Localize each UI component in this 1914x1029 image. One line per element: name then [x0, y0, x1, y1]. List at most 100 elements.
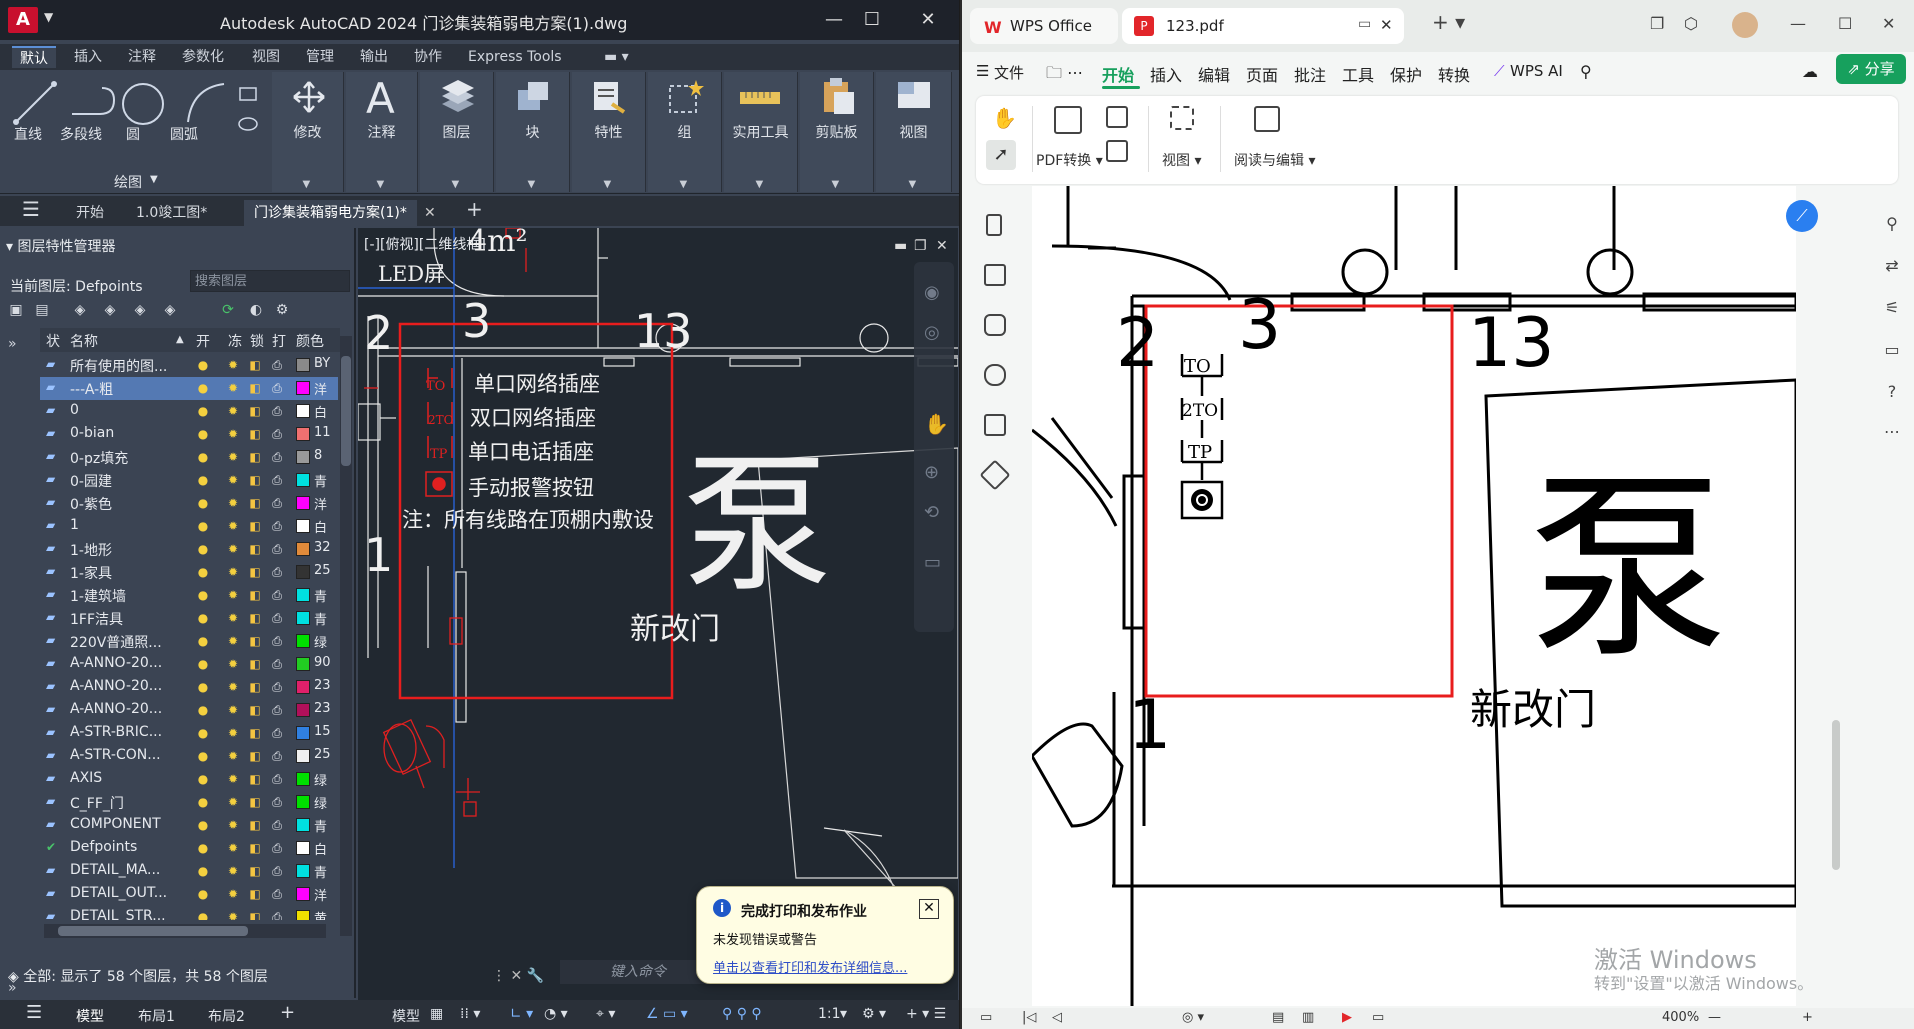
notification-close-icon[interactable]: ✕ [919, 899, 939, 919]
layer-row[interactable]: ▰ 0-紫色 ● ✹ ◧ ⎙ 洋 [40, 492, 338, 515]
open-folder-icon[interactable]: 🗀 ⋯ [1046, 62, 1083, 89]
unlock-icon[interactable]: ◧ [248, 863, 262, 879]
lightbulb-icon[interactable]: ● [196, 771, 210, 787]
zoom-extents-icon[interactable]: ⊕ [924, 462, 939, 483]
unlock-icon[interactable]: ◧ [248, 725, 262, 741]
layer-scroll-thumb[interactable] [341, 356, 351, 466]
first-page-icon[interactable]: |◁ [1022, 1010, 1036, 1025]
unlock-icon[interactable]: ◧ [248, 909, 262, 920]
unlock-icon[interactable]: ◧ [248, 426, 262, 442]
translate-icon[interactable]: ⇄ [1882, 256, 1902, 276]
thumbnail-icon[interactable] [984, 264, 1006, 286]
clipboard-group[interactable]: 剪贴板 ▼ [800, 72, 874, 192]
col-on[interactable]: 开 [196, 331, 210, 351]
layer-status-icon[interactable]: ▰ [46, 518, 60, 532]
model-space-button[interactable]: 模型 [392, 1006, 420, 1026]
doctab-close-icon[interactable]: ✕ [424, 200, 436, 226]
color-swatch[interactable] [296, 565, 310, 579]
printer-icon[interactable]: ⎙ [270, 587, 284, 603]
sun-icon[interactable]: ✹ [226, 541, 240, 557]
cloud-upload-icon[interactable]: ☁ [1802, 62, 1818, 81]
single-page-icon[interactable]: ▤ [1272, 1010, 1284, 1025]
printer-icon[interactable]: ⎙ [270, 679, 284, 695]
lightbulb-icon[interactable]: ● [196, 748, 210, 764]
sun-icon[interactable]: ✹ [226, 610, 240, 626]
play-icon[interactable]: ▶ [1342, 1010, 1352, 1025]
help-icon[interactable]: ? [1882, 382, 1902, 402]
color-swatch[interactable] [296, 611, 310, 625]
lightbulb-icon[interactable]: ● [196, 840, 210, 856]
menu-page[interactable]: 页面 [1246, 62, 1278, 86]
layer-row[interactable]: ▰ 0-bian ● ✹ ◧ ⎙ 11 [40, 423, 338, 446]
layer-status-icon[interactable]: ▰ [46, 679, 60, 693]
layer-settings-icon[interactable]: ◐ [246, 302, 266, 320]
printer-icon[interactable]: ⎙ [270, 449, 284, 465]
osnap-icon[interactable]: ⌖ ▾ [596, 1006, 615, 1022]
layer-row[interactable]: ▰ COMPONENT ● ✹ ◧ ⎙ 青 [40, 814, 338, 837]
new-vp-freeze-layer-icon[interactable]: ◈ [100, 302, 120, 320]
layers-icon[interactable] [979, 459, 1011, 491]
new-group-filter-icon[interactable]: ▤ [32, 302, 52, 320]
screen-mode-icon[interactable]: ▭ [1358, 16, 1371, 32]
sun-icon[interactable]: ✹ [226, 495, 240, 511]
cmd-handle-icon[interactable]: ⋮ ✕ 🔧 [492, 968, 544, 984]
menu-search-icon[interactable]: ⚲ [1580, 62, 1592, 81]
layer-status-icon[interactable]: ▰ [46, 771, 60, 785]
wps-minimize-icon[interactable]: — [1790, 14, 1806, 33]
layer-search-input[interactable]: 搜索图层 [190, 270, 350, 292]
layer-status-icon[interactable]: ▰ [46, 495, 60, 509]
tab-output[interactable]: 输出 [360, 46, 388, 68]
color-swatch[interactable] [296, 634, 310, 648]
add-layout-plus-icon[interactable]: + [280, 1002, 295, 1023]
drawing-canvas[interactable]: TO 2TO TP [-][俯视][二维线框] ▬ ❐ ✕ ◉ ◎ ✋ ⊕ ⟲ … [358, 228, 958, 1000]
zoom-level[interactable]: 400% [1662, 1010, 1699, 1025]
layer-status-icon[interactable]: ▰ [46, 541, 60, 555]
new-layer-icon[interactable]: ◈ [70, 302, 90, 320]
menu-hamburger-icon[interactable]: ☰ [976, 62, 989, 80]
color-swatch[interactable] [296, 404, 310, 418]
layer-status-icon[interactable]: ▰ [46, 357, 60, 371]
layout2-tab[interactable]: 布局2 [208, 1006, 245, 1026]
printer-icon[interactable]: ⎙ [270, 403, 284, 419]
printer-icon[interactable]: ⎙ [270, 909, 284, 920]
color-swatch[interactable] [296, 496, 310, 510]
circle-tool[interactable]: 圆 [126, 124, 140, 144]
color-swatch[interactable] [296, 910, 310, 920]
layer-status-icon[interactable]: ▰ [46, 610, 60, 624]
wps-close-icon[interactable]: ✕ [1882, 14, 1895, 33]
layer-list-scrollbar[interactable] [340, 336, 352, 936]
sun-icon[interactable]: ✹ [226, 794, 240, 810]
isodraft-icon[interactable]: ∠ ▭ ▾ [646, 1006, 688, 1022]
lightbulb-icon[interactable]: ● [196, 587, 210, 603]
sun-icon[interactable]: ✹ [226, 886, 240, 902]
lightbulb-icon[interactable]: ● [196, 610, 210, 626]
color-swatch[interactable] [296, 772, 310, 786]
set-current-layer-icon[interactable]: ◈ [160, 302, 180, 320]
layer-status-icon[interactable]: ▰ [46, 380, 60, 394]
block-group[interactable]: 块 ▼ [496, 72, 570, 192]
select-tool-icon[interactable]: ➚ [986, 140, 1016, 170]
color-swatch[interactable] [296, 542, 310, 556]
color-swatch[interactable] [296, 864, 310, 878]
hamburger-menu-icon[interactable]: ☰ [22, 196, 40, 222]
printer-icon[interactable]: ⎙ [270, 817, 284, 833]
color-swatch[interactable] [296, 657, 310, 671]
view-grid-icon[interactable] [1170, 106, 1194, 130]
polyline-tool[interactable]: 多段线 [60, 124, 102, 144]
sun-icon[interactable]: ✹ [226, 702, 240, 718]
tab-manage[interactable]: 管理 [306, 46, 334, 68]
workspace-gear-icon[interactable]: ⚙ ▾ [862, 1006, 886, 1022]
doctab-asbuilt[interactable]: 1.0竣工图* [136, 200, 207, 226]
pdf-page[interactable]: TO 2TO TP 4m 2 3 13 1 泵 新改门 [1032, 186, 1796, 1006]
menu-file[interactable]: 文件 [994, 62, 1024, 83]
printer-icon[interactable]: ⎙ [270, 633, 284, 649]
unlock-icon[interactable]: ◧ [248, 541, 262, 557]
lightbulb-icon[interactable]: ● [196, 564, 210, 580]
layer-row[interactable]: ▰ 1-地形 ● ✹ ◧ ⎙ 32 [40, 538, 338, 561]
signature-icon[interactable] [984, 414, 1006, 436]
prev-page-icon[interactable]: ◁ [1052, 1010, 1062, 1025]
sun-icon[interactable]: ✹ [226, 357, 240, 373]
printer-icon[interactable]: ⎙ [270, 725, 284, 741]
pdf-convert-icon[interactable] [1054, 106, 1082, 134]
lightbulb-icon[interactable]: ● [196, 863, 210, 879]
